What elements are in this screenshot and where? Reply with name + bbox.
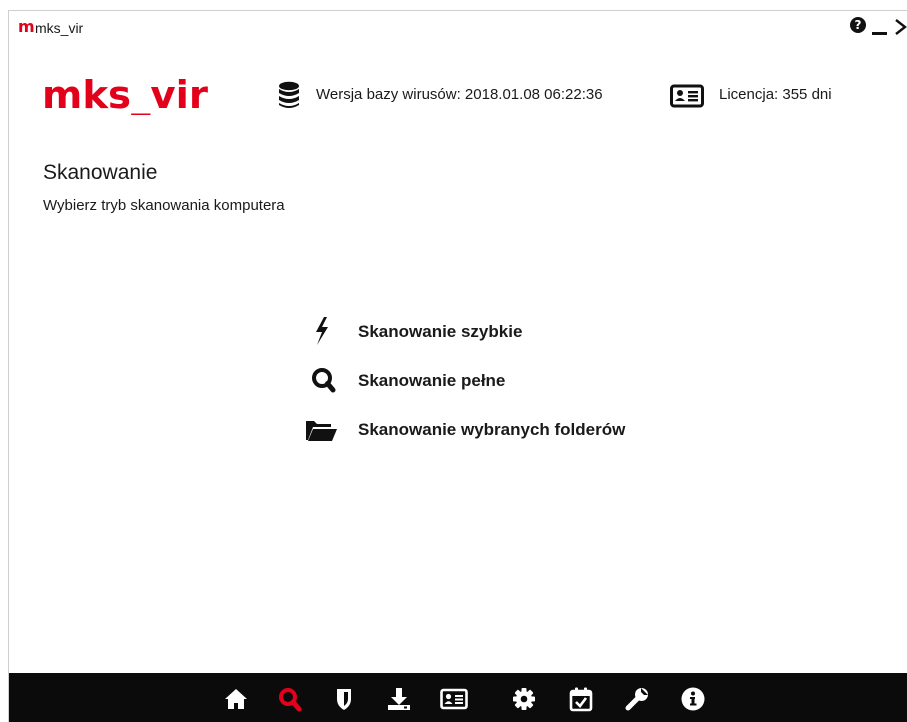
bottom-toolbar [9,673,907,722]
full-scan-option[interactable]: Skanowanie pełne [301,363,721,397]
help-icon: ? [850,17,866,33]
toolbar-scheduler-button[interactable] [564,683,598,715]
toolbar-settings-button[interactable] [507,683,541,715]
gear-icon [513,688,535,710]
license-card-icon [670,84,704,108]
lightning-icon [316,317,328,345]
license-label: Licencja: 355 dni [719,86,832,103]
page-title: Skanowanie [43,161,158,184]
folder-open-icon [306,421,337,441]
brand-logo: mks_vir [42,75,208,115]
help-button[interactable]: ? [850,17,867,37]
toolbar-license-button[interactable] [436,683,470,715]
search-icon [279,688,302,712]
minimize-icon [872,32,887,35]
window-title: mks_vir [35,20,84,36]
page-subtitle: Wybierz tryb skanowania komputera [43,197,285,214]
database-icon [279,81,299,108]
quick-scan-option[interactable]: Skanowanie szybkie [301,314,721,348]
app-logo-icon: m [18,17,35,36]
id-card-icon [440,688,468,710]
magnifier-icon [312,368,336,393]
folder-scan-label: Skanowanie wybranych folderów [358,420,626,439]
shield-icon [337,689,351,710]
minimize-button[interactable] [871,17,889,37]
toolbar-home-button[interactable] [219,683,253,715]
quick-scan-label: Skanowanie szybkie [358,322,523,341]
close-button[interactable] [893,17,907,37]
toolbar-scan-button[interactable] [273,683,307,715]
wrench-icon [625,688,648,711]
calendar-check-icon [569,687,593,712]
app-window: m mks_vir ? mks_vir Wersja bazy wirusów:… [8,10,907,722]
toolbar-tools-button[interactable] [620,683,654,715]
home-icon [225,689,247,709]
toolbar-about-button[interactable] [676,683,710,715]
toolbar-protection-button[interactable] [327,683,361,715]
folder-scan-option[interactable]: Skanowanie wybranych folderów [301,412,721,446]
download-icon [388,688,410,710]
brand-logo-text: mks_vir [42,75,208,115]
database-version-label: Wersja bazy wirusów: 2018.01.08 06:22:36 [316,86,603,103]
toolbar-update-button[interactable] [382,683,416,715]
full-scan-label: Skanowanie pełne [358,371,506,390]
info-icon [681,687,705,711]
title-bar[interactable]: m mks_vir ? [9,11,907,47]
close-icon [895,19,907,35]
